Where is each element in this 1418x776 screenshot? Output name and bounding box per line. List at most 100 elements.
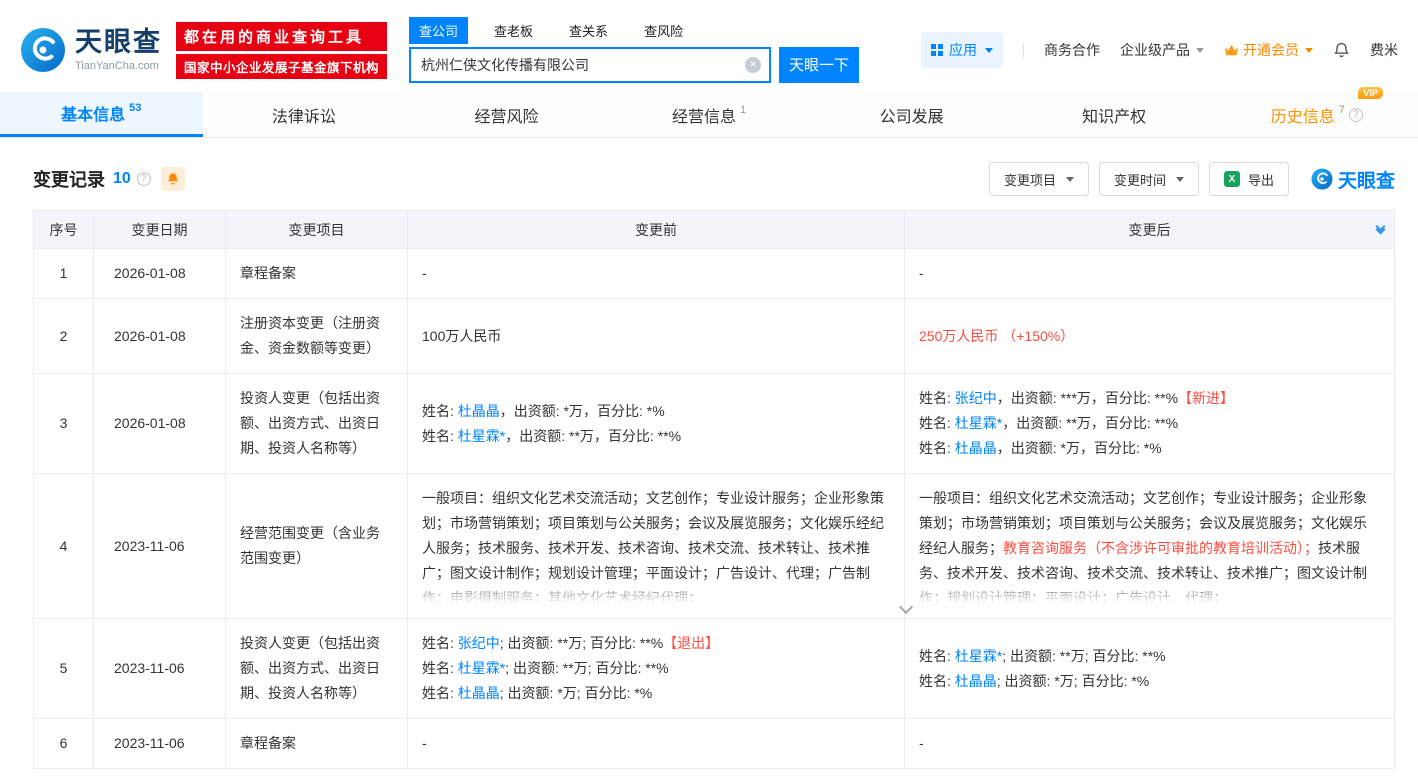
main-tab[interactable]: 历史信息7?VIP	[1215, 92, 1418, 137]
cell-text: ，出资额: **万，百分比: **%	[505, 428, 681, 444]
table-row: 32026-01-08投资人变更（包括出资额、出资方式、出资日期、投资人名称等）…	[34, 374, 1395, 474]
search-button[interactable]: 天眼一下	[779, 47, 859, 83]
filter-change-time-button[interactable]: 变更时间	[1099, 162, 1199, 196]
search-tab[interactable]: 查关系	[559, 17, 618, 44]
nav-business-cooperation[interactable]: 商务合作	[1044, 40, 1100, 60]
table-row: 22026-01-08注册资本变更（注册资金、资金数额等变更）100万人民币25…	[34, 299, 1395, 374]
cell-text: ，出资额: *万，百分比: *%	[500, 403, 665, 419]
crown-icon	[1224, 44, 1239, 56]
item-cell: 章程备案	[226, 249, 408, 299]
promo-banner-line1: 都在用的商业查询工具	[176, 22, 387, 51]
before-cell: -	[408, 249, 905, 299]
cell-text: -	[919, 735, 924, 751]
table-header-row: 序号 变更日期 变更项目 变更前 变更后	[34, 211, 1395, 249]
table-row: 52023-11-06投资人变更（包括出资额、出资方式、出资日期、投资人名称等）…	[34, 619, 1395, 719]
person-link[interactable]: 杜晶晶	[955, 673, 997, 689]
cell-text: 姓名:	[919, 440, 955, 456]
col-item: 变更项目	[226, 211, 408, 249]
tab-label: 经营风险	[474, 103, 538, 127]
chevron-down-icon	[1176, 177, 1184, 182]
user-name[interactable]: 费米	[1370, 40, 1398, 60]
before-cell: 姓名: 杜晶晶，出资额: *万，百分比: *%姓名: 杜星霖*，出资额: **万…	[408, 374, 905, 474]
notification-bell-icon[interactable]	[1333, 42, 1350, 59]
apps-label: 应用	[949, 40, 977, 60]
help-icon[interactable]: ?	[137, 172, 151, 186]
apps-button[interactable]: 应用	[921, 32, 1003, 68]
tab-count: 53	[129, 102, 141, 114]
nav-open-vip[interactable]: 开通会员	[1224, 40, 1313, 60]
main-tab[interactable]: 经营信息1	[608, 92, 811, 137]
cell-text: 姓名:	[422, 685, 458, 701]
main-tab[interactable]: 公司发展	[810, 92, 1013, 137]
seq-cell: 6	[34, 719, 94, 769]
main-tab[interactable]: 知识产权	[1013, 92, 1216, 137]
person-link[interactable]: 杜星霖*	[458, 428, 505, 444]
person-link[interactable]: 杜晶晶	[458, 685, 500, 701]
nav-enterprise-products[interactable]: 企业级产品	[1120, 40, 1204, 60]
item-cell: 投资人变更（包括出资额、出资方式、出资日期、投资人名称等）	[226, 619, 408, 719]
cell-text: -	[422, 265, 427, 281]
tab-label: 知识产权	[1082, 103, 1146, 127]
after-cell: 姓名: 张纪中，出资额: ***万，百分比: **%【新进】姓名: 杜星霖*，出…	[905, 374, 1395, 474]
export-button[interactable]: X 导出	[1209, 162, 1289, 196]
person-link[interactable]: 杜晶晶	[458, 403, 500, 419]
tab-label: 法律诉讼	[272, 103, 336, 127]
cell-text: 姓名:	[919, 390, 955, 406]
subscribe-bell-icon[interactable]	[161, 167, 185, 191]
after-cell: 250万人民币 （+150%）	[905, 299, 1395, 374]
cell-text: 一般项目：组织文化艺术交流活动；文艺创作；专业设计服务；企业形象策划；市场营销策…	[422, 490, 884, 606]
promo-banner: 都在用的商业查询工具 国家中小企业发展子基金旗下机构	[176, 22, 387, 79]
table-row: 62023-11-06章程备案--	[34, 719, 1395, 769]
date-cell: 2023-11-06	[94, 619, 226, 719]
person-link[interactable]: 张纪中	[458, 635, 500, 651]
seq-cell: 4	[34, 474, 94, 619]
after-cell: -	[905, 719, 1395, 769]
after-cell: 姓名: 杜星霖*; 出资额: **万; 百分比: **%姓名: 杜晶晶; 出资额…	[905, 619, 1395, 719]
cell-text: 姓名:	[422, 428, 458, 444]
col-before: 变更前	[408, 211, 905, 249]
grid-icon	[931, 44, 943, 56]
before-cell: 姓名: 张纪中; 出资额: **万; 百分比: **%【退出】姓名: 杜星霖*;…	[408, 619, 905, 719]
clear-icon[interactable]: ×	[745, 57, 761, 73]
brand-name: 天眼查	[75, 28, 162, 58]
cell-text: ; 出资额: **万; 百分比: **%	[500, 635, 663, 651]
help-icon[interactable]: ?	[1349, 108, 1363, 122]
person-link[interactable]: 杜星霖*	[955, 648, 1002, 664]
search-tab[interactable]: 查风险	[634, 17, 693, 44]
cell-text: -	[919, 265, 924, 281]
main-tab[interactable]: 经营风险	[405, 92, 608, 137]
person-link[interactable]: 杜晶晶	[955, 440, 997, 456]
cell-text: 100万人民币	[422, 328, 501, 344]
tab-count: 7	[1339, 104, 1345, 116]
cell-text: 姓名:	[919, 415, 955, 431]
person-link[interactable]: 杜星霖*	[955, 415, 1002, 431]
seq-cell: 2	[34, 299, 94, 374]
search-tab[interactable]: 查老板	[484, 17, 543, 44]
tianyancha-logo[interactable]: 天眼查 TianYanCha.com	[20, 27, 162, 73]
search-input[interactable]	[409, 47, 771, 83]
cell-text: ; 出资额: **万; 百分比: **%	[1002, 648, 1165, 664]
table-row: 42023-11-06经营范围变更（含业务范围变更）一般项目：组织文化艺术交流活…	[34, 474, 1395, 619]
main-tab[interactable]: 基本信息53	[0, 92, 203, 137]
cell-text: ，出资额: *万，百分比: *%	[997, 440, 1162, 456]
person-link[interactable]: 张纪中	[955, 390, 997, 406]
filter-change-item-button[interactable]: 变更项目	[989, 162, 1089, 196]
header: 天眼查 TianYanCha.com 都在用的商业查询工具 国家中小企业发展子基…	[0, 0, 1418, 92]
cell-text: -	[422, 735, 427, 751]
chevron-down-icon	[1305, 48, 1313, 53]
item-cell: 经营范围变更（含业务范围变更）	[226, 474, 408, 619]
vip-badge: VIP	[1358, 87, 1383, 99]
highlight-text: 250万人民币 （+150%）	[919, 328, 1074, 344]
main-tab[interactable]: 法律诉讼	[203, 92, 406, 137]
tianyancha-logo-icon	[1311, 168, 1333, 190]
divider	[1023, 42, 1024, 58]
col-after: 变更后	[905, 211, 1395, 249]
person-link[interactable]: 杜星霖*	[458, 660, 505, 676]
highlight-text: 【退出】	[663, 635, 719, 651]
section-title: 变更记录	[33, 166, 105, 192]
cell-text: 姓名:	[422, 635, 458, 651]
search-tab[interactable]: 查公司	[409, 17, 468, 44]
top-right-nav: 应用 商务合作 企业级产品 开通会员 费米	[921, 32, 1398, 68]
cell-text: ; 出资额: **万; 百分比: **%	[505, 660, 668, 676]
expand-all-icon[interactable]	[1377, 223, 1384, 233]
